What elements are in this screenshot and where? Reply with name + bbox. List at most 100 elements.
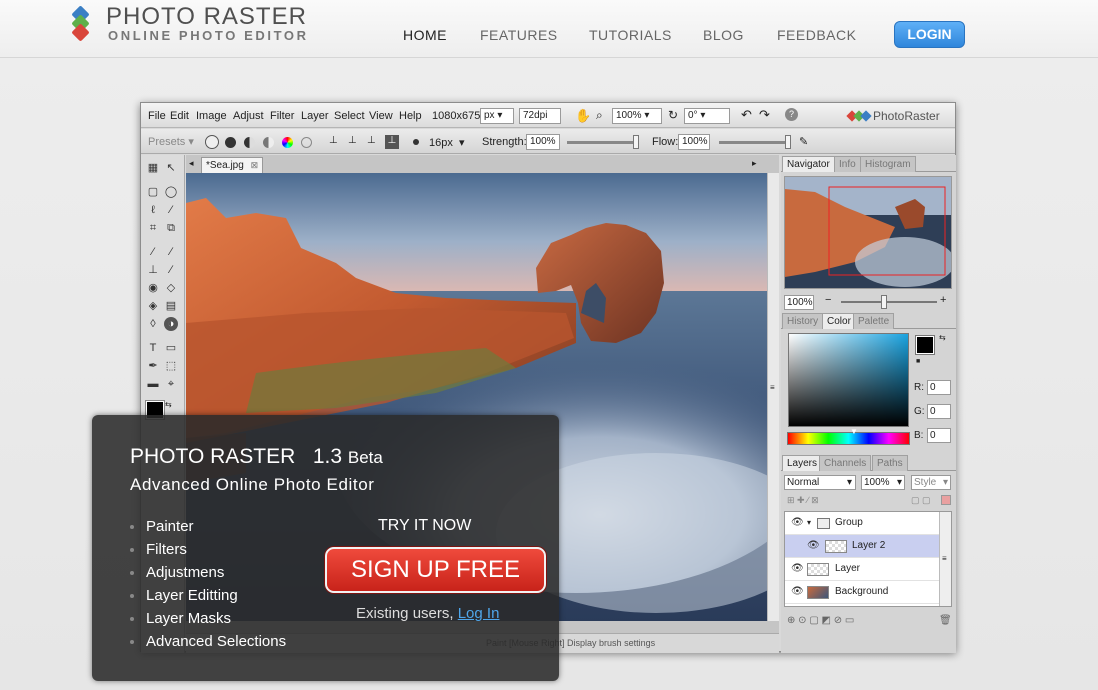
text-tool-icon[interactable]: T	[146, 341, 160, 355]
trash-icon[interactable]: 🗑	[939, 615, 952, 626]
stamp-icon[interactable]: ⊥	[146, 263, 160, 277]
flow-slider-handle[interactable]	[785, 135, 791, 149]
layer-lock-icons[interactable]: ⊞ ✚ ∕ ⊠	[787, 495, 819, 506]
tab-histogram[interactable]: Histogram	[860, 156, 916, 172]
crop-icon[interactable]: ⌗	[146, 221, 160, 235]
pencil-icon[interactable]: ∕	[164, 263, 178, 277]
brush-half-icon[interactable]	[244, 137, 255, 148]
path-select-icon[interactable]: ⬚	[164, 359, 178, 373]
pen-tool-icon[interactable]: ✒	[146, 359, 160, 373]
nav-feedback[interactable]: FEEDBACK	[777, 27, 856, 43]
grid-icon[interactable]: ▦	[146, 161, 160, 175]
tab-navigator[interactable]: Navigator	[782, 156, 835, 172]
brush-empty-icon[interactable]	[301, 137, 312, 148]
blur-icon[interactable]: ◊	[146, 317, 160, 331]
tab-layers[interactable]: Layers	[782, 455, 823, 471]
rect-select-icon[interactable]: ▢	[146, 185, 160, 199]
zoom-in-icon[interactable]: +	[940, 294, 946, 306]
layer-row-layer[interactable]: 👁 Layer	[785, 558, 939, 581]
presets-dropdown[interactable]: Presets ▾	[148, 135, 194, 148]
panel-foreground-swatch[interactable]	[915, 335, 935, 355]
color-picker-field[interactable]	[788, 333, 909, 427]
layer-actions-icons[interactable]: ⊕ ⊙ ▢ ◩ ⊘ ▭	[787, 615, 854, 626]
menu-edit[interactable]: Edit	[170, 110, 189, 122]
menu-layer[interactable]: Layer	[301, 110, 329, 122]
tab-info[interactable]: Info	[834, 156, 861, 172]
layers-scrollbar[interactable]: ≡	[939, 512, 951, 606]
layer-row-layer2[interactable]: 👁 Layer 2	[785, 535, 939, 558]
menu-view[interactable]: View	[369, 110, 393, 122]
eraser-icon[interactable]: ◇	[164, 281, 178, 295]
login-link[interactable]: Log In	[458, 605, 500, 622]
tab-palette[interactable]: Palette	[853, 313, 895, 329]
brush-soft-icon[interactable]	[205, 135, 219, 149]
move-tool-icon[interactable]: ↖	[164, 161, 178, 175]
flow-slider[interactable]	[719, 141, 789, 144]
layer-color-icon[interactable]	[941, 495, 951, 505]
layer-style-icons[interactable]: ▢ ▢	[911, 495, 931, 506]
tabs-expand-icon[interactable]: ▸	[752, 158, 757, 169]
layer-row-group[interactable]: 👁 ▾ Group	[785, 512, 939, 535]
navigator-zoom-field[interactable]: 100%	[784, 295, 814, 310]
dpi-field[interactable]: 72dpi	[519, 108, 561, 124]
navigator-zoom-slider[interactable]	[841, 301, 937, 303]
magic-wand-icon[interactable]: ⁄	[164, 203, 178, 217]
brush-size-dropdown[interactable]: 16px ▾	[429, 136, 465, 149]
logo-title[interactable]: PHOTO RASTER	[106, 3, 307, 31]
navigator-preview[interactable]	[784, 176, 952, 289]
bucket-icon[interactable]: ◈	[146, 299, 160, 313]
red-eye-icon[interactable]: ◉	[146, 281, 160, 295]
menu-adjust[interactable]: Adjust	[233, 110, 264, 122]
strength-slider-handle[interactable]	[633, 135, 639, 149]
logo-icon[interactable]	[70, 5, 92, 42]
brush-hard-icon[interactable]	[225, 137, 236, 148]
nav-home[interactable]: HOME	[403, 27, 447, 43]
visibility-eye-icon[interactable]: 👁	[791, 581, 804, 603]
undo-icon[interactable]: ↶	[741, 107, 752, 123]
swap-icon[interactable]: ⇆	[939, 333, 946, 342]
scroll-grip-icon[interactable]: ≡	[942, 554, 947, 563]
tab-channels[interactable]: Channels	[819, 455, 872, 471]
zoom-icon[interactable]: ⌕	[596, 108, 603, 123]
layer-row-background[interactable]: 👁 Background	[785, 581, 939, 604]
shape-tool-icon[interactable]: ▭	[164, 341, 178, 355]
nav-features[interactable]: FEATURES	[480, 27, 558, 43]
brush-mode4-icon[interactable]: ⊥	[385, 135, 399, 149]
color-wheel-icon[interactable]	[282, 137, 293, 148]
slice-icon[interactable]: ⧉	[164, 221, 178, 235]
navigator-zoom-handle[interactable]	[881, 295, 887, 309]
tabs-collapse-icon[interactable]: ◂	[189, 158, 194, 169]
brush-mode-icon[interactable]: ⊥	[329, 135, 343, 149]
hand-tool-icon[interactable]: ▬	[146, 377, 160, 391]
redo-icon[interactable]: ↷	[759, 107, 770, 123]
strength-slider[interactable]	[567, 141, 637, 144]
style-select[interactable]: Style ▾	[911, 475, 951, 490]
swap-colors-icon[interactable]: ⇆	[165, 400, 172, 409]
zoom-select[interactable]: 100% ▾	[612, 108, 662, 124]
hand-icon[interactable]: ✋	[575, 108, 591, 124]
menu-filter[interactable]: Filter	[270, 110, 294, 122]
flow-field[interactable]: 100%	[678, 134, 710, 150]
brush-mode2-icon[interactable]: ⊥	[348, 135, 362, 149]
rotation-select[interactable]: 0° ▾	[684, 108, 730, 124]
login-button[interactable]: LOGIN	[894, 21, 965, 48]
ellipse-select-icon[interactable]: ◯	[164, 185, 178, 199]
menu-file[interactable]: File	[148, 110, 166, 122]
help-icon[interactable]: ?	[785, 108, 798, 121]
zoom-out-icon[interactable]: −	[825, 294, 831, 306]
brush-mode3-icon[interactable]: ⊥	[367, 135, 381, 149]
dodge-icon[interactable]: ◑	[164, 317, 178, 331]
airbrush-icon[interactable]: ✎	[799, 135, 813, 149]
hue-slider[interactable]	[787, 432, 910, 445]
sign-up-free-button[interactable]: SIGN UP FREE	[325, 547, 546, 593]
scroll-grip-icon[interactable]: ≡	[770, 383, 775, 392]
menu-image[interactable]: Image	[196, 110, 227, 122]
opacity-select[interactable]: 100% ▾	[861, 475, 905, 490]
visibility-eye-icon[interactable]: 👁	[807, 535, 820, 557]
tab-paths[interactable]: Paths	[872, 455, 908, 471]
nav-blog[interactable]: BLOG	[703, 27, 744, 43]
blend-mode-select[interactable]: Normal ▾	[784, 475, 856, 490]
eyedropper-icon[interactable]: ⁄	[146, 245, 160, 259]
tab-history[interactable]: History	[782, 313, 824, 329]
canvas-scrollbar[interactable]: ≡	[767, 173, 779, 621]
